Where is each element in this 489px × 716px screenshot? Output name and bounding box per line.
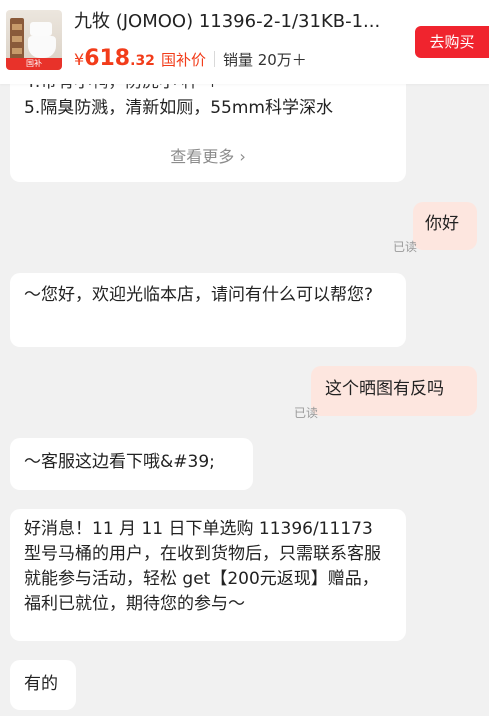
shelf-graphic [10, 18, 24, 62]
toilet-bowl-graphic [28, 36, 56, 58]
price-currency: ¥ [74, 50, 85, 69]
toilet-tank-graphic [30, 22, 52, 36]
price-tag: 国补价 [160, 51, 206, 69]
incoming-message-welcome: ～您好，欢迎光临本店，请问有什么可以帮您? [10, 273, 406, 347]
see-more-link[interactable]: 查看更多 › [10, 144, 406, 169]
chat-thread: 4.带有小鸭，防虎小 杯 ＋ 5.隔臭防溅，清新如厕，55mm科学深水 查看更多… [0, 0, 489, 716]
outgoing-message-hello: 你好 [413, 202, 477, 250]
incoming-message-cs: ～客服这边看下哦&#39; [10, 438, 253, 490]
price-row: ¥ 618 .32 国补价 销量 20万＋ [74, 46, 307, 72]
price-decimal: .32 [130, 53, 155, 69]
product-title[interactable]: 九牧 (JOMOO) 11396-2-1/31KB-1... [74, 10, 394, 34]
read-status: 已读 [393, 240, 418, 254]
divider [213, 51, 215, 67]
product-thumbnail[interactable]: 国补 [6, 10, 62, 70]
card-line-5: 5.隔臭防溅，清新如厕，55mm科学深水 [24, 98, 333, 118]
outgoing-message-question: 这个晒图有反吗 [311, 366, 477, 416]
subsidy-badge: 国补 [6, 58, 62, 70]
buy-button[interactable]: 去购买 [415, 26, 489, 58]
price-integer: 618 [84, 46, 131, 71]
sales-count: 销量 20万＋ [222, 51, 307, 69]
read-status: 已读 [294, 406, 319, 420]
incoming-message-promo: 好消息！11 月 11 日下单选购 11396/11173 型号马桶的用户，在收… [10, 509, 406, 641]
product-header[interactable]: 国补 九牧 (JOMOO) 11396-2-1/31KB-1... ¥ 618 … [0, 0, 489, 84]
incoming-message-yes: 有的 [10, 660, 76, 710]
